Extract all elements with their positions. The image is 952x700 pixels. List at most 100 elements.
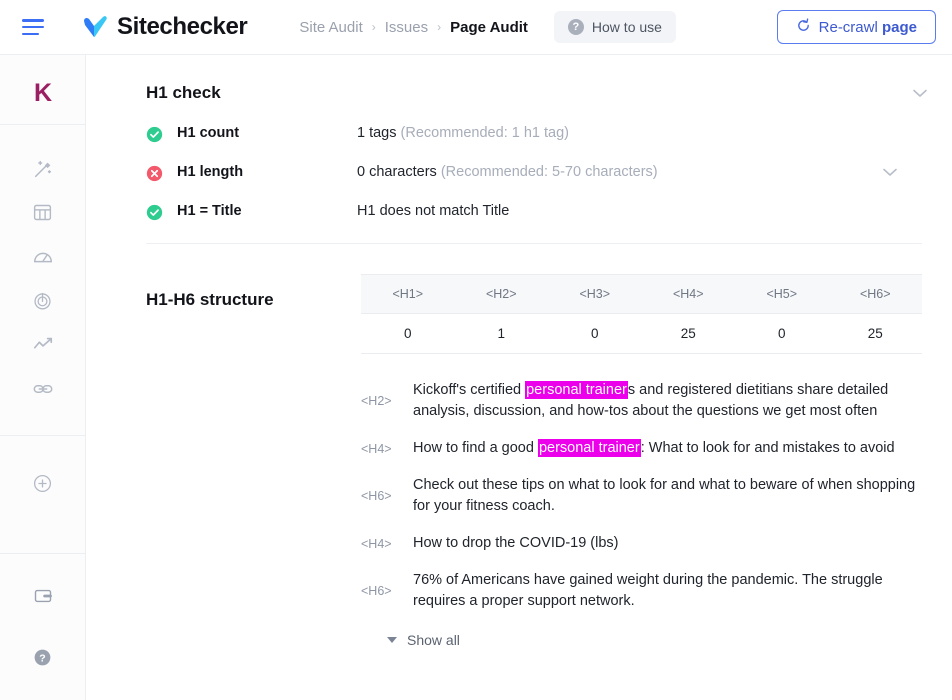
breadcrumb-item-site-audit[interactable]: Site Audit [299,19,362,36]
table-cell-h4-count: 25 [641,313,735,354]
keyword-highlight: personal trainer [525,381,628,399]
rail-bottom-items: ? [0,553,85,700]
table-header-h4: <H4> [641,274,735,314]
table-cell-h3-count: 0 [548,313,642,354]
headings-list: <H2> Kickoff's certified personal traine… [361,380,922,648]
refresh-icon [796,17,811,37]
how-to-use-label: How to use [591,19,662,35]
sidebar-item-link[interactable] [21,369,65,413]
magic-wand-icon [32,158,54,185]
h1-check-collapse-icon[interactable] [910,83,930,103]
hamburger-bar [22,19,44,22]
breadcrumb-item-issues[interactable]: Issues [385,19,428,36]
heading-tag: <H6> [361,584,392,599]
show-all-label: Show all [407,632,460,649]
brand-name: Sitechecker [117,13,248,40]
heading-tag: <H4> [361,441,392,456]
heading-counts-table: <H1> <H2> <H3> <H4> <H5> <H6> 0 1 0 25 0… [361,274,922,354]
table-cell-h5-count: 0 [735,313,829,354]
check-logo-icon [82,15,108,39]
check-label: H1 count [177,125,240,141]
breadcrumb-separator: › [437,20,442,34]
table-header-h3: <H3> [548,274,642,314]
re-crawl-label: Re-crawl page [818,18,917,36]
check-row-h1-count: H1 count 1 tags (Recommended: 1 h1 tag) [146,125,922,143]
table-row: 0 1 0 25 0 25 [361,313,922,354]
heading-tag: <H2> [361,394,392,409]
rail-project-logo[interactable]: K [0,63,85,125]
trend-line-icon [32,334,54,361]
sidebar-item-speedometer[interactable] [21,237,65,281]
speedometer-icon [32,246,54,273]
body: K ? H1 check H1 count 1 tags (Recommende… [0,54,952,700]
breadcrumb-item-page-audit: Page Audit [450,18,528,36]
help-circle-icon: ? [32,647,53,673]
keyword-highlight: personal trainer [537,439,641,458]
structure-title-wrap: H1-H6 structure [146,274,361,648]
list-item: <H6> Check out these tips on what to loo… [361,475,922,517]
check-value: H1 does not match Title [357,203,510,219]
sidebar-item-radar[interactable] [21,281,65,325]
caret-down-icon [387,637,397,644]
status-pass-icon [146,204,163,221]
svg-text:?: ? [39,652,45,664]
question-mark-icon: ? [567,19,584,35]
structure-title: H1-H6 structure [146,290,274,309]
radar-icon [32,290,53,316]
h1-h6-structure-section: H1-H6 structure <H1> <H2> <H3> <H4> <H5>… [86,244,952,648]
table-cell-h6-count: 25 [828,313,922,354]
columns-icon [32,202,53,228]
link-icon [32,378,54,405]
list-item: <H6> 76% of Americans have gained weight… [361,570,922,612]
status-fail-icon [146,165,163,182]
heading-tag: <H4> [361,536,392,551]
hamburger-menu-icon[interactable] [22,19,44,35]
section-divider [146,243,922,244]
table-cell-h2-count: 1 [454,313,548,354]
rail-divider [0,435,85,436]
hamburger-bar [22,25,44,29]
h1-check-title: H1 check [146,83,221,102]
table-header-h2: <H2> [454,274,548,314]
show-all-button[interactable]: Show all [387,632,922,648]
brand[interactable]: Sitechecker [82,13,248,41]
check-row-h1-equals-title: H1 = Title H1 does not match Title [146,203,922,221]
top-bar: Sitechecker Site Audit › Issues › Page A… [0,0,952,54]
wallet-icon [33,586,53,611]
structure-body: <H1> <H2> <H3> <H4> <H5> <H6> 0 1 0 25 0… [361,274,922,648]
breadcrumb: Site Audit › Issues › Page Audit [299,19,528,36]
plus-circle-icon [32,473,53,499]
check-label: H1 length [177,164,244,180]
heading-tag: <H6> [361,489,392,504]
status-pass-icon [146,126,163,143]
how-to-use-button[interactable]: ? How to use [553,11,676,43]
page-root: Sitechecker Site Audit › Issues › Page A… [0,0,952,700]
heading-text: Kickoff's certified personal trainers an… [413,381,889,420]
sidebar-item-columns[interactable] [21,193,65,237]
sidebar-item-magic-wand[interactable] [21,149,65,193]
hamburger-bar [22,32,40,35]
sidebar-item-trend-line[interactable] [21,325,65,369]
breadcrumb-separator: › [371,20,376,34]
heading-text: How to find a good personal trainer: Wha… [413,439,895,458]
main-content: H1 check H1 count 1 tags (Recommended: 1… [86,54,952,700]
rail-items [0,125,85,508]
list-item: <H4> How to find a good personal trainer… [361,438,922,459]
sidebar-item-wallet[interactable] [21,576,65,620]
h1-length-expand-icon[interactable] [880,162,900,182]
re-crawl-page-button[interactable]: Re-crawl page [776,10,936,44]
heading-text: 76% of Americans have gained weight duri… [413,572,883,610]
sidebar-item-add-project[interactable] [21,464,65,508]
heading-text: Check out these tips on what to look for… [413,477,916,515]
check-value: 1 tags (Recommended: 1 h1 tag) [357,125,569,141]
list-item: <H2> Kickoff's certified personal traine… [361,380,922,422]
heading-text: How to drop the COVID-19 (lbs) [413,535,619,552]
left-icon-rail: K ? [0,54,86,700]
sidebar-item-help[interactable]: ? [21,638,65,682]
check-label: H1 = Title [177,203,242,219]
table-header-h1: <H1> [361,274,455,314]
project-k-logo-icon: K [33,79,52,107]
check-value: 0 characters (Recommended: 5-70 characte… [357,164,658,180]
check-row-h1-length: H1 length 0 characters (Recommended: 5-7… [146,164,922,182]
table-cell-h1-count: 0 [361,313,455,354]
